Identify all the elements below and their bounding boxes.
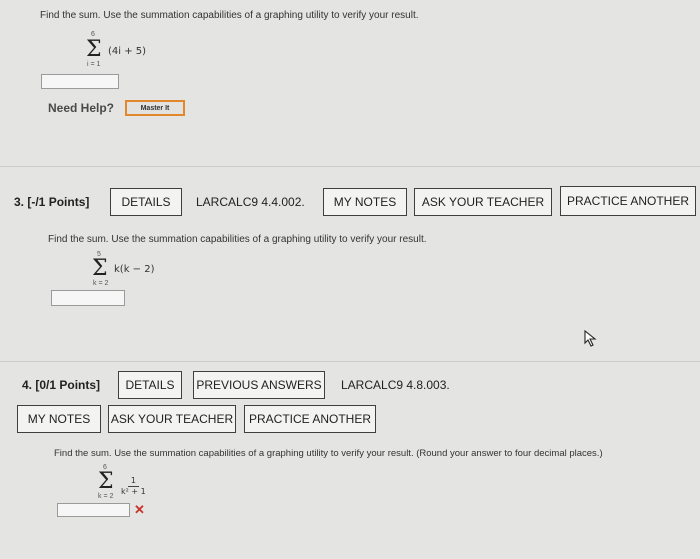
- q4-number: 4.: [22, 378, 33, 392]
- q2-answer-input[interactable]: [41, 74, 119, 89]
- q3-problem-code: LARCALC9 4.4.002.: [196, 195, 305, 209]
- q4-fraction-numerator: 1: [127, 476, 139, 487]
- q2-sigma-symbol: Σ: [86, 37, 102, 62]
- q3-sum-expression: k(k − 2): [114, 264, 155, 275]
- q3-sum-lower: k = 2: [93, 280, 109, 287]
- q3-practice-another-button[interactable]: PRACTICE ANOTHER: [560, 186, 696, 216]
- q3-divider: [0, 361, 700, 362]
- q2-sum-expression: (4i + 5): [108, 46, 147, 57]
- q3-header: 3. [-/1 Points]: [14, 195, 89, 209]
- q4-fraction-denominator: k² + 1: [121, 487, 146, 496]
- q4-problem-code: LARCALC9 4.8.003.: [341, 378, 450, 392]
- q4-my-notes-button[interactable]: MY NOTES: [17, 405, 101, 433]
- q3-number: 3.: [14, 195, 25, 209]
- q4-incorrect-x-icon: ✕: [134, 502, 145, 517]
- q2-prompt: Find the sum. Use the summation capabili…: [40, 10, 419, 21]
- q2-master-it-button[interactable]: Master It: [125, 100, 185, 116]
- q4-answer-input[interactable]: [57, 503, 130, 517]
- q4-practice-another-button[interactable]: PRACTICE ANOTHER: [244, 405, 376, 433]
- q4-previous-answers-button[interactable]: PREVIOUS ANSWERS: [193, 371, 325, 399]
- q3-ask-teacher-button[interactable]: ASK YOUR TEACHER: [414, 188, 552, 216]
- q4-prompt: Find the sum. Use the summation capabili…: [54, 448, 603, 459]
- mouse-cursor-icon: [583, 329, 599, 353]
- q4-points: [0/1 Points]: [35, 378, 101, 392]
- q4-details-button[interactable]: DETAILS: [118, 371, 182, 399]
- q4-sum-lower: k = 2: [98, 493, 114, 500]
- q2-divider: [0, 166, 700, 167]
- q2-need-help-label: Need Help?: [48, 101, 115, 115]
- q3-sigma-symbol: Σ: [92, 256, 108, 281]
- q4-header: 4. [0/1 Points]: [22, 378, 100, 392]
- q4-sigma-symbol: Σ: [98, 469, 114, 494]
- q3-prompt: Find the sum. Use the summation capabili…: [48, 234, 427, 245]
- q3-my-notes-button[interactable]: MY NOTES: [323, 188, 407, 216]
- q4-ask-teacher-button[interactable]: ASK YOUR TEACHER: [108, 405, 236, 433]
- q3-points: [-/1 Points]: [27, 195, 90, 209]
- q3-details-button[interactable]: DETAILS: [110, 188, 182, 216]
- q4-sum-fraction: 1 k² + 1: [118, 470, 149, 497]
- q2-sum-lower: i = 1: [87, 61, 101, 68]
- q3-answer-input[interactable]: [51, 290, 125, 306]
